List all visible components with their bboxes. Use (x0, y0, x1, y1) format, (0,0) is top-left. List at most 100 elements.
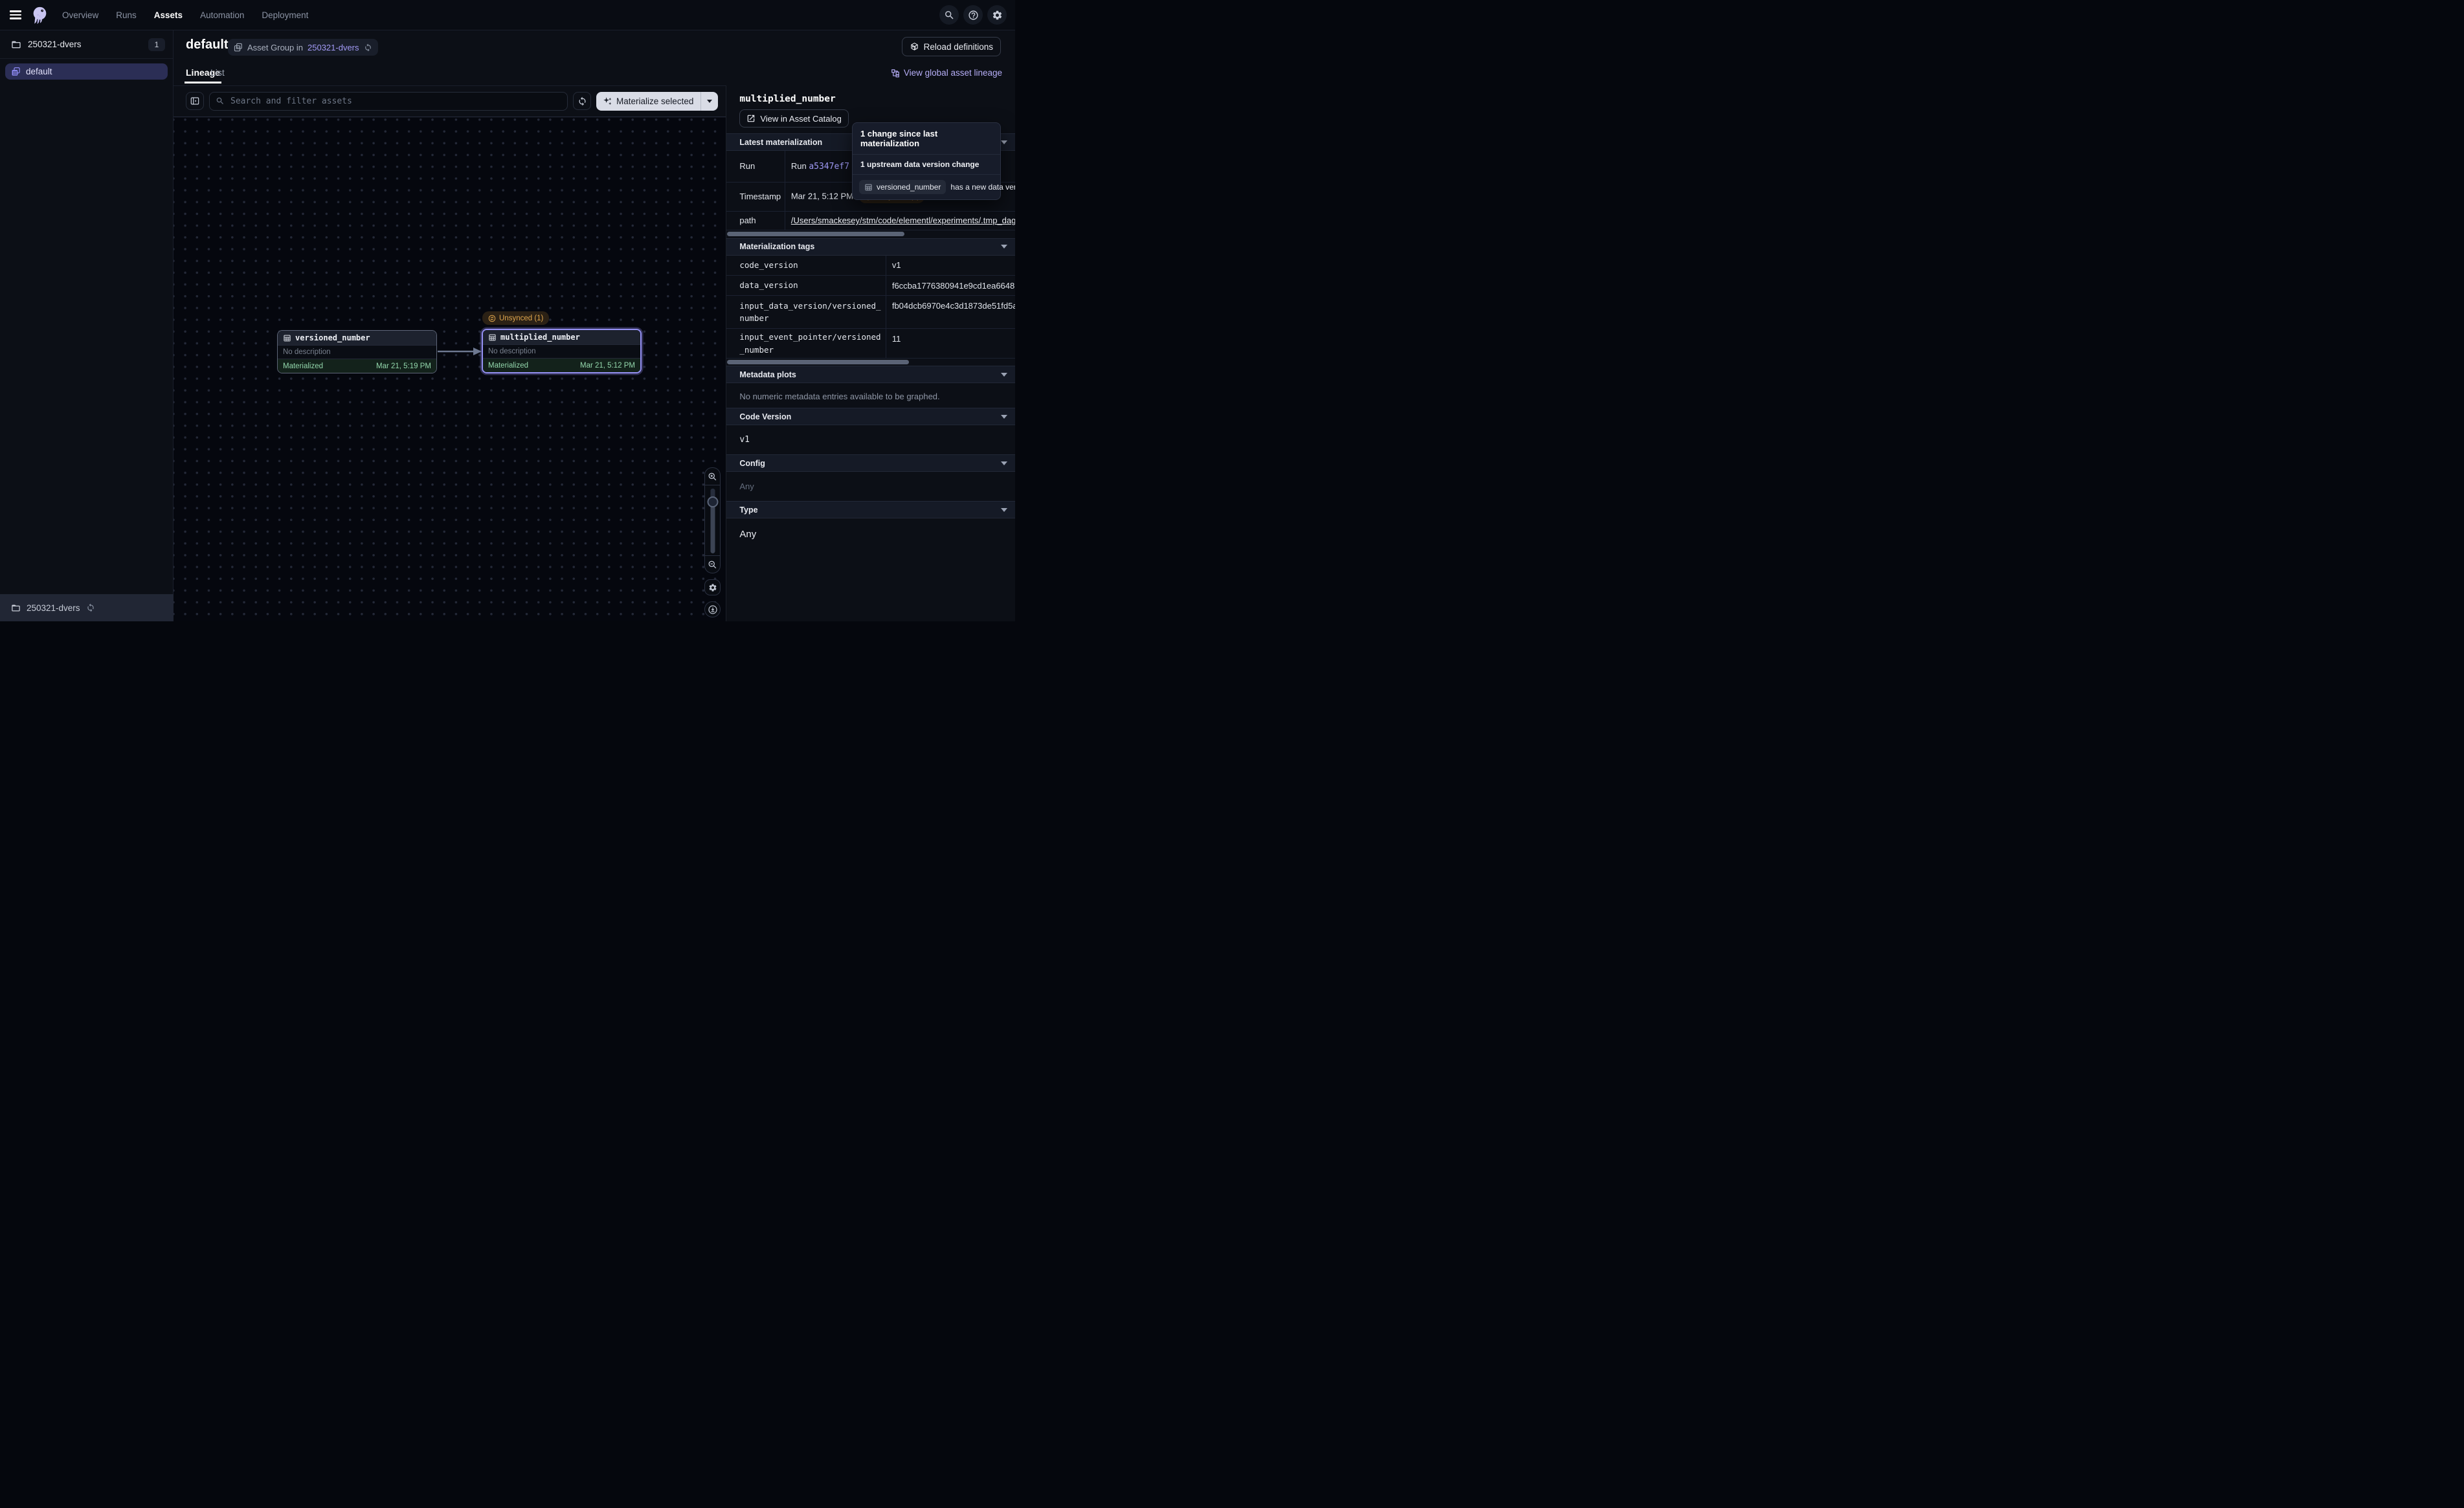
popover-message: has a new data version (950, 183, 1015, 192)
chevron-down-icon[interactable] (1001, 415, 1007, 419)
dagster-logo[interactable] (30, 5, 49, 25)
zoom-controls (704, 467, 721, 573)
settings-gear-icon[interactable] (987, 5, 1007, 25)
materialize-dropdown-toggle[interactable] (700, 92, 718, 111)
table-row: input_event_pointer/versioned_number 11 (726, 329, 1015, 359)
chevron-down-icon[interactable] (1001, 508, 1007, 512)
asset-group-badge: Asset Group in 250321-dvers (228, 39, 378, 56)
chevron-down-icon[interactable] (1001, 245, 1007, 249)
refresh-graph-button[interactable] (573, 92, 591, 110)
tag-key: input_data_version/versioned_number (726, 296, 886, 329)
refresh-icon (577, 96, 587, 106)
reload-definitions-label: Reload definitions (924, 42, 993, 52)
sidebar-item-default[interactable]: default (5, 63, 168, 80)
top-nav: Overview Runs Assets Automation Deployme… (0, 0, 1015, 30)
zoom-slider-knob[interactable] (707, 496, 718, 507)
zoom-out-icon (708, 560, 717, 570)
refresh-icon[interactable] (86, 603, 95, 612)
unsynced-badge-label: Unsynced (1) (499, 315, 543, 322)
view-global-asset-lineage-label: View global asset lineage (904, 68, 1002, 78)
panel-header: multiplied_number View in Asset Catalog (726, 85, 1015, 128)
tag-key: code_version (726, 256, 886, 276)
unsynced-badge[interactable]: Unsynced (1) (482, 311, 549, 325)
search-input[interactable] (229, 96, 561, 107)
lineage-graph-icon (891, 69, 900, 78)
nav-actions (939, 5, 1007, 25)
materialize-selected-button[interactable]: Materialize selected (596, 92, 718, 111)
graph-toolbar: Materialize selected (174, 85, 726, 117)
tag-value: v1 (886, 256, 1015, 276)
asset-chip-label: versioned_number (877, 183, 941, 192)
search-icon[interactable] (939, 5, 959, 25)
asset-chip[interactable]: versioned_number (859, 180, 946, 194)
hamburger-menu-icon[interactable] (10, 10, 21, 19)
graph-settings-button[interactable] (704, 579, 721, 595)
table-icon (283, 334, 291, 342)
page-header: default Asset Group in 250321-dvers Relo… (174, 30, 1015, 65)
search-icon (216, 96, 225, 105)
section-materialization-tags[interactable]: Materialization tags (726, 238, 1015, 256)
app-window: Overview Runs Assets Automation Deployme… (0, 0, 1015, 621)
table-icon (864, 183, 873, 192)
refresh-icon[interactable] (364, 43, 372, 52)
section-type[interactable]: Type (726, 501, 1015, 518)
zoom-in-button[interactable] (705, 468, 720, 485)
asset-group-icon (11, 67, 21, 76)
help-icon[interactable] (963, 5, 983, 25)
config-value: Any (739, 482, 1015, 491)
asset-node-name: multiplied_number (500, 333, 580, 342)
sidebar-footer[interactable]: 250321-dvers (0, 594, 174, 621)
lineage-graph-canvas[interactable]: Unsynced (1) versioned_number No descrip… (174, 118, 726, 621)
zoom-in-icon (708, 472, 717, 482)
asset-node-multiplied-number[interactable]: multiplied_number No description Materia… (482, 329, 642, 373)
section-code-version[interactable]: Code Version (726, 408, 1015, 425)
sparkles-icon (603, 96, 612, 106)
nav-overview[interactable]: Overview (62, 10, 98, 20)
lineage-edge-arrow (437, 346, 482, 357)
table-row: path /Users/smackesey/stm/code/elementl/… (726, 211, 1015, 230)
asset-search-box[interactable] (209, 92, 568, 111)
tag-key: data_version (726, 276, 886, 296)
run-id-link[interactable]: a5347ef7 (809, 162, 849, 172)
section-heading: Metadata plots (739, 370, 796, 379)
badge-group-link[interactable]: 250321-dvers (308, 43, 359, 52)
asset-node-timestamp: Mar 21, 5:19 PM (376, 362, 431, 370)
horizontal-scrollbar[interactable] (727, 360, 909, 364)
sidebar-footer-label: 250321-dvers (27, 603, 80, 613)
view-global-asset-lineage-link[interactable]: View global asset lineage (891, 68, 1002, 78)
lineage-graph-column: Materialize selected Unsynced (1) (174, 85, 726, 621)
expand-panel-button[interactable] (186, 92, 204, 110)
nav-assets[interactable]: Assets (154, 10, 183, 20)
popover-title: 1 change since last materialization (853, 123, 1000, 155)
nav-automation[interactable]: Automation (200, 10, 244, 20)
table-icon (488, 333, 497, 342)
tab-list[interactable]: List (210, 67, 225, 78)
chevron-down-icon[interactable] (1001, 461, 1007, 465)
section-heading: Config (739, 459, 765, 468)
asset-node-versioned-number[interactable]: versioned_number No description Material… (277, 330, 437, 373)
table-row: data_version f6ccba1776380941e9cd1ea6648… (726, 276, 1015, 296)
chevron-down-icon[interactable] (1001, 140, 1007, 144)
horizontal-scrollbar[interactable] (727, 232, 904, 236)
asset-node-name: versioned_number (295, 333, 370, 342)
chevron-down-icon (707, 100, 712, 103)
section-config[interactable]: Config (726, 454, 1015, 472)
panel-toggle-icon (190, 96, 200, 106)
chevron-down-icon[interactable] (1001, 373, 1007, 377)
tag-key: input_event_pointer/versioned_number (726, 329, 886, 359)
gear-icon (708, 583, 717, 592)
section-metadata-plots[interactable]: Metadata plots (726, 366, 1015, 383)
sidebar-group-label: 250321-dvers (28, 39, 82, 49)
table-row: code_version v1 (726, 256, 1015, 276)
asset-node-status: Materialized (488, 362, 528, 370)
reload-definitions-button[interactable]: Reload definitions (902, 37, 1001, 56)
nav-runs[interactable]: Runs (116, 10, 137, 20)
download-graph-button[interactable] (704, 601, 721, 617)
view-in-asset-catalog-button[interactable]: View in Asset Catalog (739, 109, 849, 128)
path-link[interactable]: /Users/smackesey/stm/code/elementl/exper… (791, 216, 1015, 225)
sidebar-group-count: 1 (148, 38, 165, 51)
nav-deployment[interactable]: Deployment (262, 10, 308, 20)
zoom-out-button[interactable] (705, 555, 720, 573)
sidebar-group-row[interactable]: 250321-dvers 1 (0, 30, 173, 59)
asset-group-icon (234, 43, 243, 52)
